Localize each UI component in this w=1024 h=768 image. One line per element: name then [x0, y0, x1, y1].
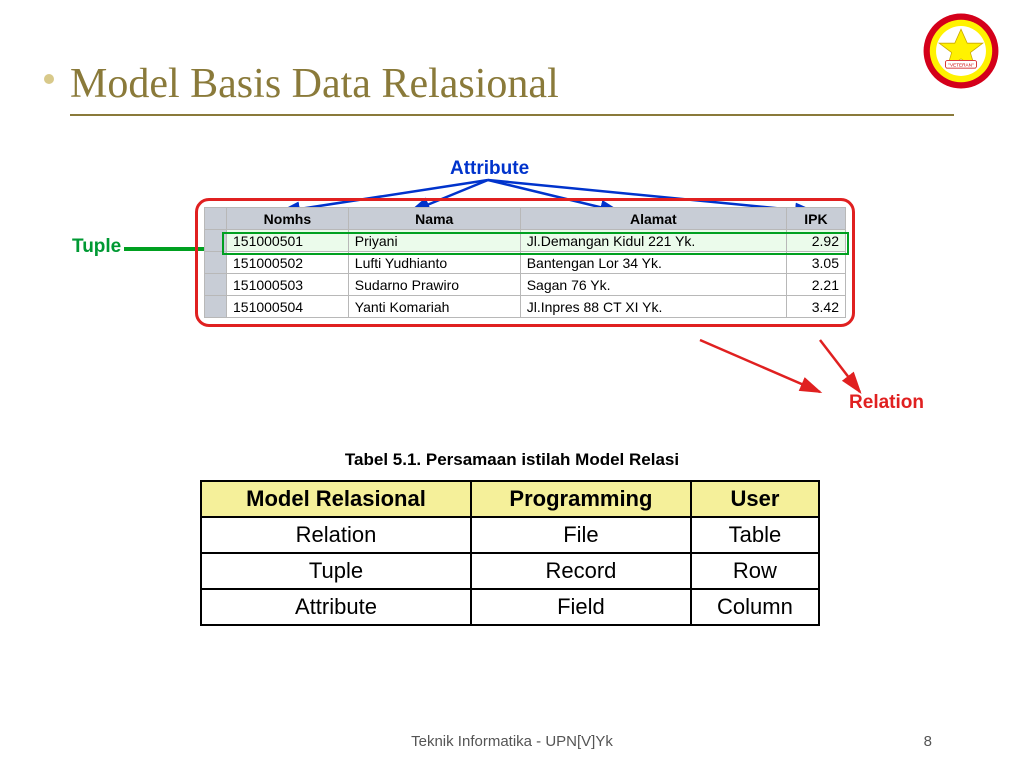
cell: Sudarno Prawiro: [348, 274, 520, 296]
col-nomhs: Nomhs: [227, 208, 349, 230]
table-row: 151000504 Yanti Komariah Jl.Inpres 88 CT…: [205, 296, 846, 318]
cell: Priyani: [348, 230, 520, 252]
row-selector: [205, 252, 227, 274]
cell: 2.92: [786, 230, 845, 252]
cmp-cell: Field: [471, 589, 691, 625]
header-row: Nomhs Nama Alamat IPK: [205, 208, 846, 230]
cmp-cell: Column: [691, 589, 819, 625]
cell: 2.21: [786, 274, 845, 296]
data-table: Nomhs Nama Alamat IPK 151000501 Priyani …: [204, 207, 846, 318]
cmp-col-model: Model Relasional: [201, 481, 471, 517]
cell: 3.42: [786, 296, 845, 318]
cmp-row: Tuple Record Row: [201, 553, 819, 589]
row-selector: [205, 230, 227, 252]
cell: Bantengan Lor 34 Yk.: [520, 252, 786, 274]
cell: Jl.Demangan Kidul 221 Yk.: [520, 230, 786, 252]
cmp-header-row: Model Relasional Programming User: [201, 481, 819, 517]
col-alamat: Alamat: [520, 208, 786, 230]
table-caption: Tabel 5.1. Persamaan istilah Model Relas…: [0, 450, 1024, 470]
cell: 151000504: [227, 296, 349, 318]
cmp-col-prog: Programming: [471, 481, 691, 517]
cmp-cell: File: [471, 517, 691, 553]
col-nama: Nama: [348, 208, 520, 230]
cmp-row: Attribute Field Column: [201, 589, 819, 625]
col-ipk: IPK: [786, 208, 845, 230]
cell: 3.05: [786, 252, 845, 274]
cmp-cell: Attribute: [201, 589, 471, 625]
footer-text: Teknik Informatika - UPN[V]Yk: [0, 733, 1024, 750]
cell: 151000501: [227, 230, 349, 252]
table-row: 151000502 Lufti Yudhianto Bantengan Lor …: [205, 252, 846, 274]
cmp-cell: Row: [691, 553, 819, 589]
relation-box: Nomhs Nama Alamat IPK 151000501 Priyani …: [195, 198, 855, 327]
row-selector: [205, 296, 227, 318]
annotation-relation: Relation: [849, 392, 924, 414]
slide: Model Basis Data Relasional "VETERAN" At…: [0, 0, 1024, 768]
cmp-cell: Record: [471, 553, 691, 589]
cmp-col-user: User: [691, 481, 819, 517]
cmp-cell: Tuple: [201, 553, 471, 589]
cmp-cell: Relation: [201, 517, 471, 553]
title-bullet: [44, 74, 54, 84]
cell: 151000502: [227, 252, 349, 274]
cell: Jl.Inpres 88 CT XI Yk.: [520, 296, 786, 318]
cmp-cell: Table: [691, 517, 819, 553]
cell: 151000503: [227, 274, 349, 296]
comparison-table: Model Relasional Programming User Relati…: [200, 480, 820, 626]
table-row: 151000501 Priyani Jl.Demangan Kidul 221 …: [205, 230, 846, 252]
page-number: 8: [924, 733, 932, 750]
page-title: Model Basis Data Relasional: [70, 60, 954, 108]
annotation-tuple: Tuple: [72, 236, 121, 258]
table-row: 151000503 Sudarno Prawiro Sagan 76 Yk. 2…: [205, 274, 846, 296]
title-underline: [70, 114, 954, 116]
cell: Sagan 76 Yk.: [520, 274, 786, 296]
upn-logo: "VETERAN": [922, 12, 1000, 90]
corner-cell: [205, 208, 227, 230]
annotation-attribute: Attribute: [450, 158, 529, 180]
cell: Yanti Komariah: [348, 296, 520, 318]
row-selector: [205, 274, 227, 296]
cmp-row: Relation File Table: [201, 517, 819, 553]
cell: Lufti Yudhianto: [348, 252, 520, 274]
logo-banner-text: "VETERAN": [948, 63, 974, 68]
